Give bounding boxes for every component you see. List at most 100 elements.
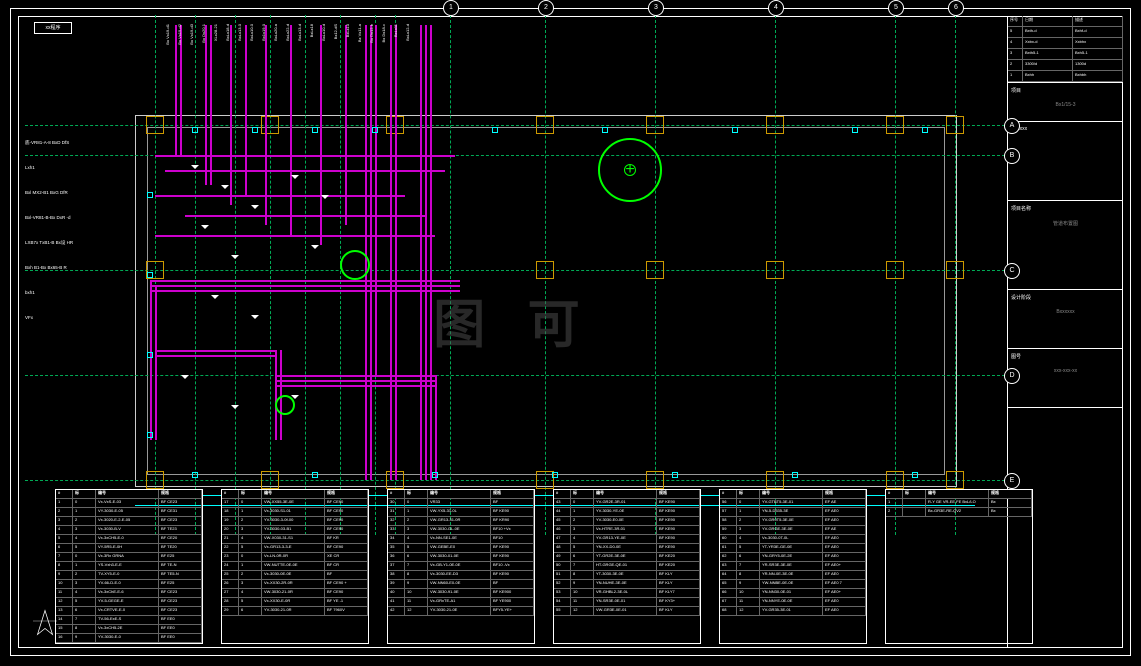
pipe: [275, 375, 435, 377]
annotation-label: 底-VR81-A-8 BxD DfS: [25, 140, 69, 146]
tb-status: 设计阶段 Bxxxxxx: [1008, 290, 1123, 349]
reference-marker: [432, 472, 438, 478]
pipe: [390, 375, 392, 480]
schedule-row: 225Vx-GR13-3-3-EBF CE90: [222, 544, 368, 553]
equipment-2: [340, 250, 370, 280]
structural-column: [946, 116, 964, 134]
pipe: [420, 375, 422, 480]
flow-arrow-icon: [251, 315, 259, 323]
pipe: [150, 280, 460, 282]
annotation-label: LXB7x TxB1-B Bx设 HR: [25, 240, 73, 246]
schedule-row: 6812YV-GR35-3E-01EF AE0: [720, 607, 866, 616]
schedule-tables: #标编号规格10Vx-VxS-E-03BF CE2321VY-3030-E-05…: [55, 489, 975, 644]
schedule-row: 452YV-3030-E0-0EBF KE90: [554, 517, 700, 526]
rev-row: 3Bxth5-1Bxh5-1: [1008, 49, 1123, 60]
rev-row: 4Xxbx-dXxbhx: [1008, 38, 1123, 49]
flow-arrow-icon: [211, 295, 219, 303]
pipe: [155, 235, 435, 237]
pipe-tag-label: Bx Dx12-b: [369, 24, 374, 43]
schedule-row: 626YN-GRY5-0E-2EEF AE0: [720, 553, 866, 562]
schedule-row: 593YV-GRGE-3E-0EEF AE: [720, 526, 866, 535]
pipe-tag-label: Bx Vx19-d3: [189, 24, 194, 45]
schedule-row: 274VW-3030-21-0RBF CE90: [222, 589, 368, 598]
grid-line-h: [25, 480, 1005, 481]
north-arrow-icon: [30, 606, 60, 636]
flow-arrow-icon: [321, 195, 329, 203]
pipe: [425, 25, 427, 395]
structural-column: [536, 116, 554, 134]
schedule-row: 344Vx-NN-SE1-0EBF10: [388, 535, 534, 544]
title-value: 管道布置图: [1011, 220, 1120, 227]
schedule-header: #标编号规格: [222, 490, 368, 499]
reference-marker: [792, 472, 798, 478]
schedule-row: 5512VW-GR3E-0E-01BF KLY: [554, 607, 700, 616]
pipe: [430, 25, 432, 395]
schedule-row: 6610YN-NN30-0E-01EF AE0+: [720, 589, 866, 598]
tb-dwg: 图号 xxx-xxx-xx: [1008, 349, 1123, 408]
schedule-row: 4212YV-3030-21-0EBFY5-YE+: [388, 607, 534, 616]
schedule-row: 4111Vx-GRxTE-A1BF YE900: [388, 598, 534, 607]
structural-column: [261, 471, 279, 489]
grid-line-h: [25, 125, 1005, 126]
schedule-row: 147TV-56-ExE-SBF EE0: [56, 616, 202, 625]
drawing-sheet: xx程序 序号 日期 描述 5Bxth-dBxhf-d4Xxbx-dXxbhx3…: [0, 0, 1141, 666]
rev-header: 序号 日期 描述: [1008, 16, 1123, 27]
structural-column: [646, 261, 664, 279]
grid-line-v: [340, 15, 341, 535]
grid-bubble: E: [1004, 473, 1020, 489]
pipe: [230, 25, 232, 205]
grid-line-h: [25, 270, 1005, 271]
schedule-table: #标编号规格170VW-XX55-3E-0EBF CE90181Vx-3030-…: [221, 489, 369, 644]
annotation-label: bxh1: [25, 290, 35, 295]
schedule-row: 560YV-GTBT5-3E-01EF AE: [720, 499, 866, 508]
rev-hdr-no: 序号: [1008, 16, 1023, 26]
grid-line-v: [450, 15, 451, 535]
pipe: [395, 375, 397, 480]
schedule-row: 474YV-GR13-YE-0EBF KE90: [554, 535, 700, 544]
structural-column: [886, 261, 904, 279]
schedule-row: 158Vx-3xCH5-2EBF EE0: [56, 625, 202, 634]
flow-arrow-icon: [291, 395, 299, 403]
reference-marker: [147, 272, 153, 278]
pipe: [275, 385, 435, 387]
schedule-row: 214VW-X030-31-S1BF KR: [222, 535, 368, 544]
annotation-label: Lxh1: [25, 165, 35, 170]
schedule-row: 485YN-XX-D0-0EBF KE90: [554, 544, 700, 553]
schedule-row: 169YV-3030-E-0BF EE0: [56, 634, 202, 643]
title-label: 项目名称: [1011, 205, 1120, 212]
schedule-row: 70Vx-3Rx GRNABF E25: [56, 553, 202, 562]
schedule-row: 507HT-GRGE-QE-01BF KE20: [554, 562, 700, 571]
proj-value: Bx1/15-3: [1011, 102, 1120, 108]
structural-column: [886, 471, 904, 489]
grid-bubble: D: [1004, 368, 1020, 384]
schedule-row: 136Vx-CRTVE-E-0BF CE23: [56, 607, 202, 616]
pipe-tag-label: BxLx10: [345, 24, 350, 37]
pipe: [150, 280, 152, 440]
grid-bubble: 3: [648, 0, 664, 16]
structural-column: [536, 261, 554, 279]
pipe: [430, 375, 432, 480]
schedule-table: #标编号规格560YV-GTBT5-3E-01EF AE571YN-5-D535…: [719, 489, 867, 644]
pipe: [275, 380, 435, 382]
rev-row: 5Bxth-dBxhf-d: [1008, 27, 1123, 38]
schedule-row: 496YT-GR2E-3E-0EBF KE20: [554, 553, 700, 562]
structural-column: [766, 261, 784, 279]
rev-row: 23300/d1300d: [1008, 60, 1123, 71]
pipe-tag-label: Bx Vx19-d2: [177, 24, 182, 45]
schedule-row: 366VW-3030-01-0EBF KE90: [388, 553, 534, 562]
pipe-tag-label: BxLx13-d: [297, 24, 302, 41]
pipe-tag-label: BxLx20-a: [273, 24, 278, 41]
schedule-row: 463Vx-HTRE-3R-01BF KE90: [554, 526, 700, 535]
structural-column: [946, 261, 964, 279]
reference-marker: [147, 192, 153, 198]
schedule-row: 322VW-GR13-31-0RBF KR90: [388, 517, 534, 526]
pipe-tag-label: Bx1x19-0: [261, 24, 266, 41]
pipe-tag-label: Bx Vx19-d1: [165, 24, 170, 45]
flow-arrow-icon: [251, 205, 259, 213]
pipe: [185, 215, 425, 217]
schedule-row: 241VW-NUTTE-0E-0EBF CR: [222, 562, 368, 571]
schedule-row: 252Vx-3030-0E-0EBF: [222, 571, 368, 580]
schedule-row: 21VY-3030-E-05BF CE31: [56, 508, 202, 517]
schedule-row: 518YT-3030-3E-0EBF KLY: [554, 571, 700, 580]
reference-marker: [602, 127, 608, 133]
